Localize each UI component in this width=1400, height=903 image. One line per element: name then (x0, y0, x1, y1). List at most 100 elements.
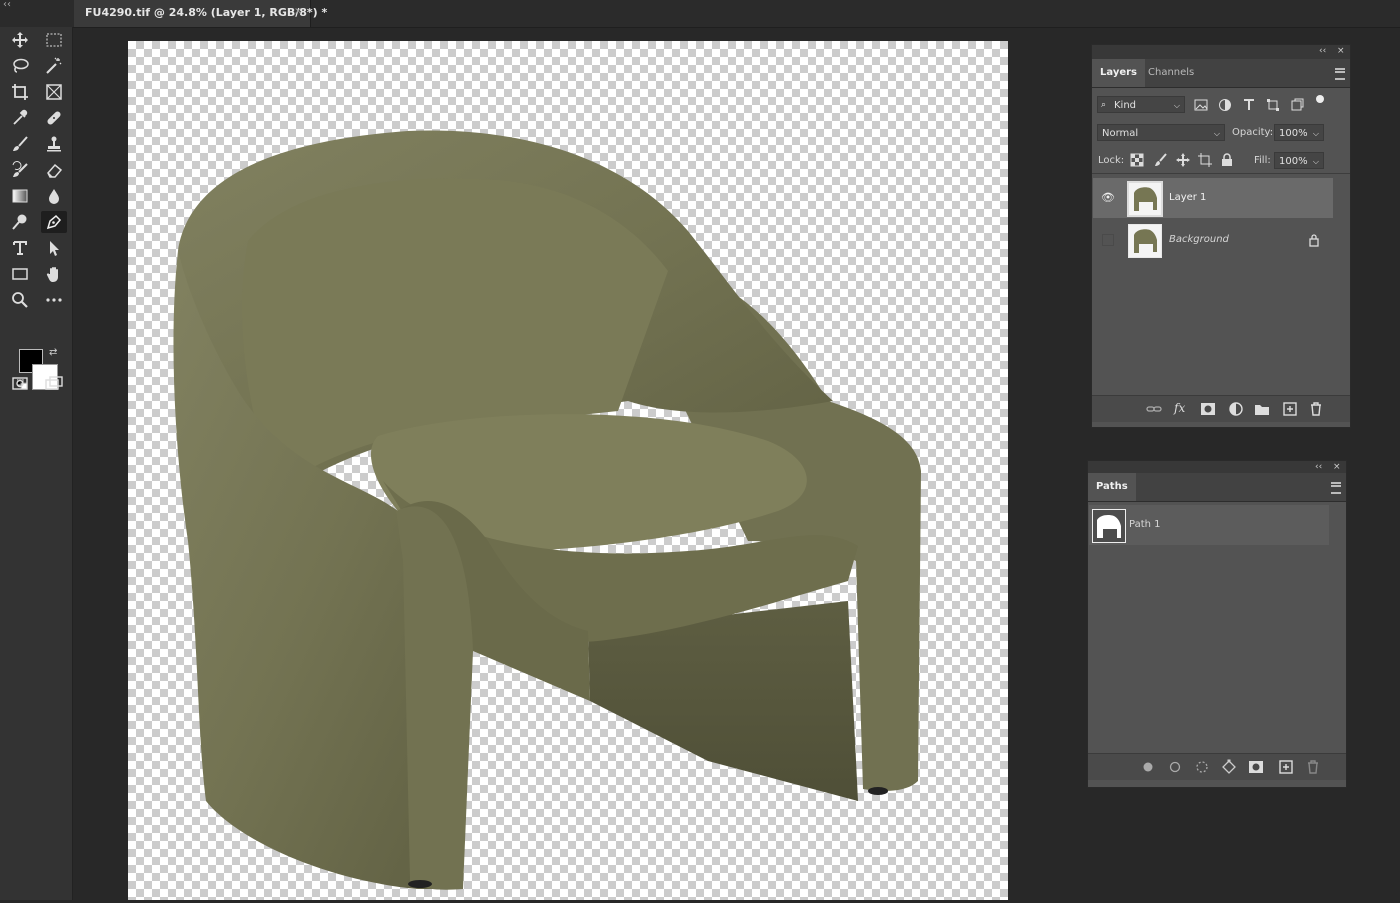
rectangular-marquee-icon[interactable] (41, 29, 67, 51)
smart-object-filter-icon[interactable] (1290, 98, 1304, 112)
layer-row-background[interactable]: Background (1093, 220, 1333, 260)
layer-name[interactable]: Layer 1 (1169, 192, 1206, 203)
frame-icon[interactable] (41, 81, 67, 103)
blend-mode-value: Normal (1102, 128, 1139, 139)
fill-value: 100% (1279, 156, 1308, 167)
filter-toggle-icon[interactable] (1316, 95, 1324, 103)
tools-panel: ⇄ (0, 27, 73, 900)
pixel-layer-filter-icon[interactable] (1194, 98, 1208, 112)
document-tab-bar: ‹‹ FU4290.tif @ 24.8% (Layer 1, RGB/8*) … (0, 0, 1400, 28)
adjustment-layer-icon[interactable] (1228, 401, 1244, 417)
new-path-icon[interactable] (1278, 759, 1294, 775)
screen-mode-icon[interactable] (41, 372, 67, 394)
link-layers-icon[interactable] (1146, 401, 1162, 417)
opacity-input[interactable]: 100% ⌵ (1274, 124, 1324, 141)
paths-panel: ‹‹ × Paths Path 1 (1087, 460, 1347, 788)
chevron-down-icon: ⌵ (1312, 157, 1319, 166)
load-selection-icon[interactable] (1194, 759, 1210, 775)
crop-icon[interactable] (7, 81, 33, 103)
lock-all-icon[interactable] (1220, 153, 1234, 167)
close-panel-icon[interactable]: × (1333, 462, 1341, 472)
layers-panel-header: ‹‹ × (1092, 45, 1350, 59)
path-thumbnail (1092, 509, 1126, 543)
filter-kind-value: Kind (1114, 100, 1137, 111)
lock-label: Lock: (1098, 155, 1125, 166)
gradient-icon[interactable] (7, 185, 33, 207)
healing-brush-icon[interactable] (41, 107, 67, 129)
lock-artboard-icon[interactable] (1198, 153, 1212, 167)
fx-icon[interactable]: fx (1174, 401, 1190, 417)
zoom-icon[interactable] (7, 289, 33, 311)
search-icon: ⌕ (1101, 100, 1107, 110)
path-name[interactable]: Path 1 (1129, 519, 1161, 530)
document-tab-label: FU4290.tif @ 24.8% (Layer 1, RGB/8*) * (85, 6, 328, 19)
visibility-eye-icon[interactable]: 👁 (1101, 191, 1115, 204)
layer-thumbnail (1127, 181, 1163, 217)
tab-channels[interactable]: Channels (1140, 59, 1202, 87)
path-selection-icon[interactable] (41, 237, 67, 259)
fill-path-icon[interactable] (1140, 759, 1156, 775)
tab-paths[interactable]: Paths (1088, 473, 1136, 501)
close-panel-icon[interactable]: × (1337, 46, 1345, 56)
chevron-down-icon: ⌵ (1173, 101, 1180, 110)
collapse-panel-icon[interactable]: ‹‹ (1319, 46, 1326, 56)
paths-tab-row: Paths (1088, 473, 1346, 502)
shape-filter-icon[interactable] (1266, 98, 1280, 112)
make-work-path-icon[interactable] (1221, 759, 1237, 775)
history-brush-icon[interactable] (7, 159, 33, 181)
dodge-icon[interactable] (7, 211, 33, 233)
hand-icon[interactable] (41, 263, 67, 285)
fill-label: Fill: (1254, 155, 1271, 166)
lock-icon (1307, 233, 1321, 247)
delete-layer-icon[interactable] (1308, 401, 1324, 417)
swap-colors-icon[interactable]: ⇄ (49, 347, 57, 358)
blur-icon[interactable] (41, 185, 67, 207)
paths-panel-footer (1088, 753, 1346, 780)
lock-position-icon[interactable] (1176, 153, 1190, 167)
chevron-down-icon: ⌵ (1312, 129, 1319, 138)
add-mask-icon[interactable] (1200, 401, 1216, 417)
pen-icon[interactable] (41, 211, 67, 233)
layer-row-layer-1[interactable]: 👁 Layer 1 (1093, 178, 1333, 218)
collapse-panels-icon[interactable]: ‹‹ (3, 0, 11, 10)
magic-wand-icon[interactable] (41, 55, 67, 77)
rectangle-icon[interactable] (7, 263, 33, 285)
filter-kind-select[interactable]: Kind ⌕ ⌵ (1097, 96, 1185, 113)
visibility-toggle-empty[interactable] (1102, 234, 1114, 246)
add-mask-icon[interactable] (1248, 759, 1264, 775)
clone-stamp-icon[interactable] (41, 133, 67, 155)
stroke-path-icon[interactable] (1167, 759, 1183, 775)
layers-tab-row: Layers Channels (1092, 59, 1350, 88)
new-layer-icon[interactable] (1282, 401, 1298, 417)
path-row-path-1[interactable]: Path 1 (1089, 505, 1329, 545)
blend-mode-select[interactable]: Normal ⌵ (1097, 124, 1225, 141)
panel-menu-icon[interactable] (1335, 68, 1345, 80)
delete-path-icon[interactable] (1305, 759, 1321, 775)
close-document-icon[interactable]: × (294, 6, 302, 17)
armchair-image (173, 130, 921, 890)
more-tools-icon[interactable] (41, 289, 67, 311)
layer-name[interactable]: Background (1169, 234, 1229, 245)
quick-mask-icon[interactable] (7, 372, 33, 394)
chevron-down-icon: ⌵ (1213, 129, 1220, 138)
tab-layers[interactable]: Layers (1092, 59, 1145, 87)
collapse-panel-icon[interactable]: ‹‹ (1315, 462, 1322, 472)
lasso-icon[interactable] (7, 55, 33, 77)
brush-icon[interactable] (7, 133, 33, 155)
fill-input[interactable]: 100% ⌵ (1274, 152, 1324, 169)
move-tool-icon[interactable] (7, 29, 33, 51)
layers-panel-footer: fx (1092, 395, 1350, 422)
lock-image-pixels-icon[interactable] (1154, 153, 1168, 167)
adjustment-filter-icon[interactable] (1218, 98, 1232, 112)
eyedropper-icon[interactable] (7, 107, 33, 129)
type-icon[interactable] (7, 237, 33, 259)
opacity-label: Opacity: (1232, 127, 1274, 138)
panel-menu-icon[interactable] (1331, 482, 1341, 494)
new-group-icon[interactable] (1254, 401, 1270, 417)
eraser-icon[interactable] (41, 159, 67, 181)
document-canvas[interactable] (128, 41, 1008, 900)
lock-transparent-pixels-icon[interactable] (1130, 153, 1144, 167)
document-tab[interactable]: FU4290.tif @ 24.8% (Layer 1, RGB/8*) * × (74, 0, 327, 27)
divider (1092, 173, 1350, 174)
type-filter-icon[interactable] (1242, 98, 1256, 112)
